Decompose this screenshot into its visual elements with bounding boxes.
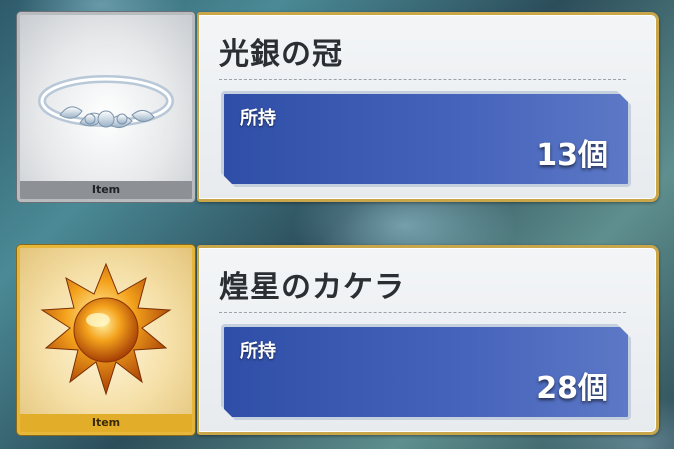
item-thumbnail: Item (17, 12, 195, 202)
owned-label: 所持 (240, 341, 276, 362)
item-type-badge: Item (20, 414, 192, 432)
item-info-panel: 煌星のカケラ 所持 28個 (197, 245, 659, 435)
item-card-silver-crown[interactable]: Item 光銀の冠 所持 13個 (0, 4, 674, 212)
owned-count: 28個 (536, 371, 608, 406)
star-fragment-icon (40, 262, 172, 396)
owned-count-box: 所持 28個 (221, 324, 631, 420)
item-name: 光銀の冠 (219, 37, 343, 72)
divider (219, 79, 626, 80)
item-name: 煌星のカケラ (219, 270, 405, 305)
item-card-star-fragment[interactable]: Item 煌星のカケラ 所持 28個 (0, 237, 674, 445)
item-type-badge: Item (20, 181, 192, 199)
owned-count: 13個 (536, 138, 608, 173)
owned-label: 所持 (240, 108, 276, 129)
silver-crown-icon (38, 75, 174, 128)
owned-count-box: 所持 13個 (221, 91, 631, 187)
item-info-panel: 光銀の冠 所持 13個 (197, 12, 659, 202)
divider (219, 312, 626, 313)
item-thumbnail: Item (17, 245, 195, 435)
